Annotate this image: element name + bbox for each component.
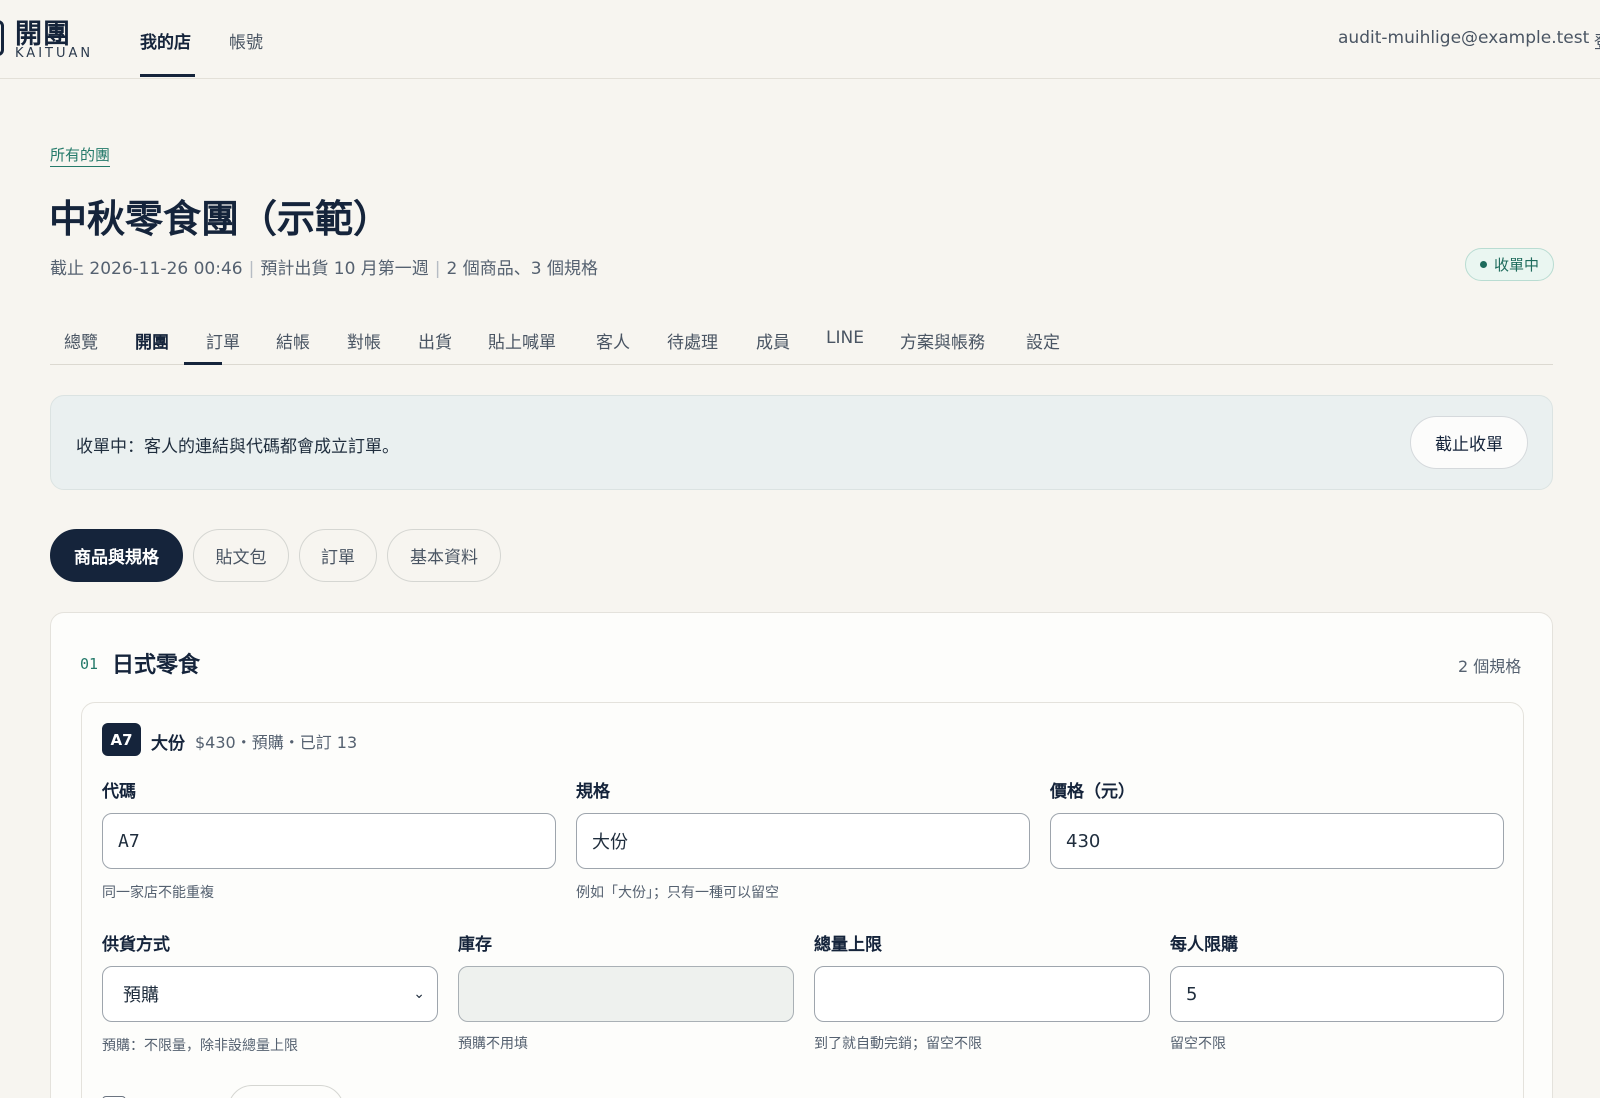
variant-card: A7 大份 $430・預購・已訂 13 代碼 A7 同一家店不能重複 規格 大份… — [81, 702, 1524, 1098]
product-card: 01 日式零食 2 個規格 A7 大份 $430・預購・已訂 13 代碼 A7 … — [50, 612, 1553, 1098]
tab-orders[interactable]: 訂單 — [206, 328, 240, 353]
brand-subtitle: KAITUAN — [15, 46, 94, 61]
subtab-orders[interactable]: 訂單 — [299, 529, 377, 582]
supply-help: 預購：不限量，除非設總量上限 — [102, 1038, 298, 1054]
meta-deadline: 截止 2026-11-26 00:46 — [50, 259, 243, 279]
spec-help: 例如「大份」；只有一種可以留空 — [576, 885, 779, 901]
total-limit-help: 到了就自動完銷；留空不限 — [814, 1036, 982, 1052]
meta-counts: 2 個商品、3 個規格 — [446, 259, 598, 279]
tab-paste-orders[interactable]: 貼上喊單 — [488, 328, 556, 353]
tab-pending[interactable]: 待處理 — [667, 328, 718, 353]
tab-reconcile[interactable]: 對帳 — [347, 328, 381, 353]
product-index: 01 — [80, 655, 99, 673]
variant-summary: $430・預購・已訂 13 — [195, 733, 358, 752]
code-label: 代碼 — [102, 782, 136, 802]
price-label: 價格（元） — [1050, 782, 1135, 802]
page-title: 中秋零食團（示範） — [49, 197, 392, 241]
tab-overview[interactable]: 總覽 — [64, 328, 98, 353]
spec-input[interactable]: 大份 — [576, 813, 1030, 869]
tab-line[interactable]: LINE — [826, 328, 864, 348]
code-help: 同一家店不能重複 — [102, 885, 214, 901]
supply-selected-value: 預購 — [123, 985, 159, 1006]
meta-separator: | — [434, 259, 441, 279]
code-input[interactable]: A7 — [102, 813, 556, 869]
tab-settings[interactable]: 設定 — [1026, 328, 1060, 353]
tab-active-indicator — [184, 362, 222, 365]
meta-separator: | — [248, 259, 255, 279]
tab-customers[interactable]: 客人 — [596, 328, 630, 353]
group-meta: 截止 2026-11-26 00:46 | 預計出貨 10 月第一週 | 2 個商品、3… — [50, 254, 598, 279]
total-limit-input[interactable] — [814, 966, 1150, 1022]
dot-icon — [1479, 261, 1487, 268]
tab-open-group[interactable]: 開團 — [135, 328, 169, 353]
variant-count: 2 個規格 — [1458, 657, 1522, 676]
breadcrumb-all-groups[interactable]: 所有的團 — [50, 144, 111, 167]
stock-input[interactable] — [458, 966, 794, 1022]
logout-link[interactable]: 登 — [1594, 28, 1600, 53]
tab-shipping[interactable]: 出貨 — [418, 328, 452, 353]
variant-action-button[interactable] — [228, 1085, 344, 1098]
supply-select[interactable]: 預購 ⌄ — [102, 966, 438, 1022]
per-person-help: 留空不限 — [1170, 1036, 1226, 1052]
group-tabs: 總覽 開團 訂單 結帳 對帳 出貨 貼上喊單 客人 待處理 成員 LINE 方案… — [50, 322, 1553, 365]
status-label: 收單中 — [1493, 256, 1539, 274]
tab-members[interactable]: 成員 — [756, 328, 790, 353]
notice-text: 收單中：客人的連結與代碼都會成立訂單。 — [76, 437, 399, 457]
top-bar: 開團 KAITUAN 我的店 帳號 audit-muihlige@example… — [0, 0, 1600, 79]
subtab-products[interactable]: 商品與規格 — [50, 529, 183, 582]
close-orders-button[interactable]: 截止收單 — [1410, 416, 1528, 469]
total-limit-label: 總量上限 — [814, 935, 882, 955]
chevron-down-icon: ⌄ — [413, 986, 425, 1002]
nav-account[interactable]: 帳號 — [229, 28, 263, 53]
logo-mark-icon — [0, 20, 4, 56]
tab-checkout[interactable]: 結帳 — [276, 328, 310, 353]
meta-shipping: 預計出貨 10 月第一週 — [260, 259, 429, 279]
per-person-label: 每人限購 — [1170, 935, 1238, 955]
status-notice: 收單中：客人的連結與代碼都會成立訂單。 截止收單 — [50, 395, 1553, 490]
supply-label: 供貨方式 — [102, 935, 170, 955]
price-input[interactable]: 430 — [1050, 813, 1504, 869]
subtab-basic-info[interactable]: 基本資料 — [387, 529, 501, 582]
status-badge: 收單中 — [1465, 248, 1554, 281]
tab-plans-billing[interactable]: 方案與帳務 — [900, 328, 985, 353]
user-email: audit-muihlige@example.test — [1338, 28, 1590, 48]
variant-name: 大份 — [151, 734, 185, 754]
product-title: 日式零食 — [112, 653, 201, 678]
nav-my-store[interactable]: 我的店 — [140, 28, 191, 53]
subtab-post-pack[interactable]: 貼文包 — [193, 529, 289, 582]
stock-label: 庫存 — [458, 935, 492, 955]
nav-active-indicator — [140, 74, 195, 77]
stock-help: 預購不用填 — [458, 1036, 528, 1052]
spec-label: 規格 — [576, 782, 610, 802]
per-person-input[interactable]: 5 — [1170, 966, 1504, 1022]
variant-code-badge: A7 — [102, 723, 141, 756]
